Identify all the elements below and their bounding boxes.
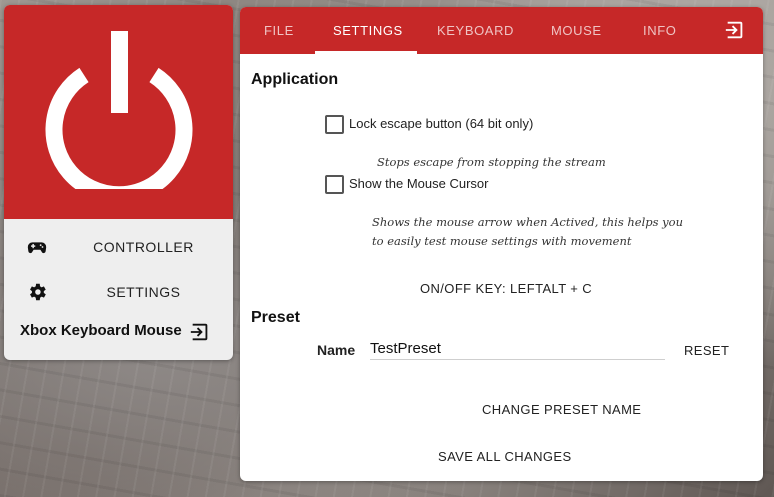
reset-button[interactable]: RESET [684, 343, 729, 358]
change-preset-name-button[interactable]: CHANGE PRESET NAME [482, 402, 641, 417]
show-cursor-hint-line2: to easily test mouse settings with movem… [372, 234, 632, 248]
exit-icon[interactable] [724, 19, 746, 41]
preset-name-input[interactable] [370, 337, 665, 360]
tab-info[interactable]: INFO [643, 23, 676, 38]
checkbox-box[interactable] [325, 115, 344, 134]
show-cursor-checkbox[interactable]: Show the Mouse Cursor [325, 175, 525, 195]
show-cursor-hint-line1: Shows the mouse arrow when Actived, this… [372, 215, 684, 229]
sidebar-item-settings[interactable]: SETTINGS [4, 274, 233, 310]
power-icon [45, 31, 193, 189]
application-heading: Application [251, 71, 339, 88]
lock-escape-hint: Stops escape from stopping the stream [377, 155, 606, 169]
save-all-changes-button[interactable]: SAVE ALL CHANGES [438, 449, 572, 464]
show-cursor-label: Show the Mouse Cursor [349, 176, 489, 191]
side-card: CONTROLLER SETTINGS Xbox Keyboard Mouse [4, 5, 233, 360]
active-tab-indicator [315, 51, 417, 54]
gamepad-icon [26, 236, 48, 258]
preset-heading: Preset [251, 309, 300, 326]
tab-keyboard[interactable]: KEYBOARD [437, 23, 514, 38]
sidebar-item-label: CONTROLLER [93, 239, 194, 255]
lock-escape-label: Lock escape button (64 bit only) [349, 116, 534, 131]
exit-icon[interactable] [189, 321, 211, 343]
sidebar-item-controller[interactable]: CONTROLLER [4, 229, 233, 265]
app-title: Xbox Keyboard Mouse [20, 322, 182, 339]
power-button[interactable] [4, 5, 233, 219]
settings-panel: FILE SETTINGS KEYBOARD MOUSE INFO Applic… [240, 7, 763, 481]
lock-escape-checkbox[interactable]: Lock escape button (64 bit only) [325, 115, 585, 135]
tab-settings[interactable]: SETTINGS [333, 23, 403, 38]
checkbox-box[interactable] [325, 175, 344, 194]
gear-icon [26, 281, 48, 303]
tab-file[interactable]: FILE [264, 23, 294, 38]
onoff-key-button[interactable]: ON/OFF KEY: LEFTALT + C [420, 281, 592, 296]
tab-mouse[interactable]: MOUSE [551, 23, 602, 38]
tab-bar: FILE SETTINGS KEYBOARD MOUSE INFO [240, 7, 763, 54]
sidebar-item-label: SETTINGS [106, 284, 181, 300]
preset-name-label: Name [317, 342, 356, 358]
